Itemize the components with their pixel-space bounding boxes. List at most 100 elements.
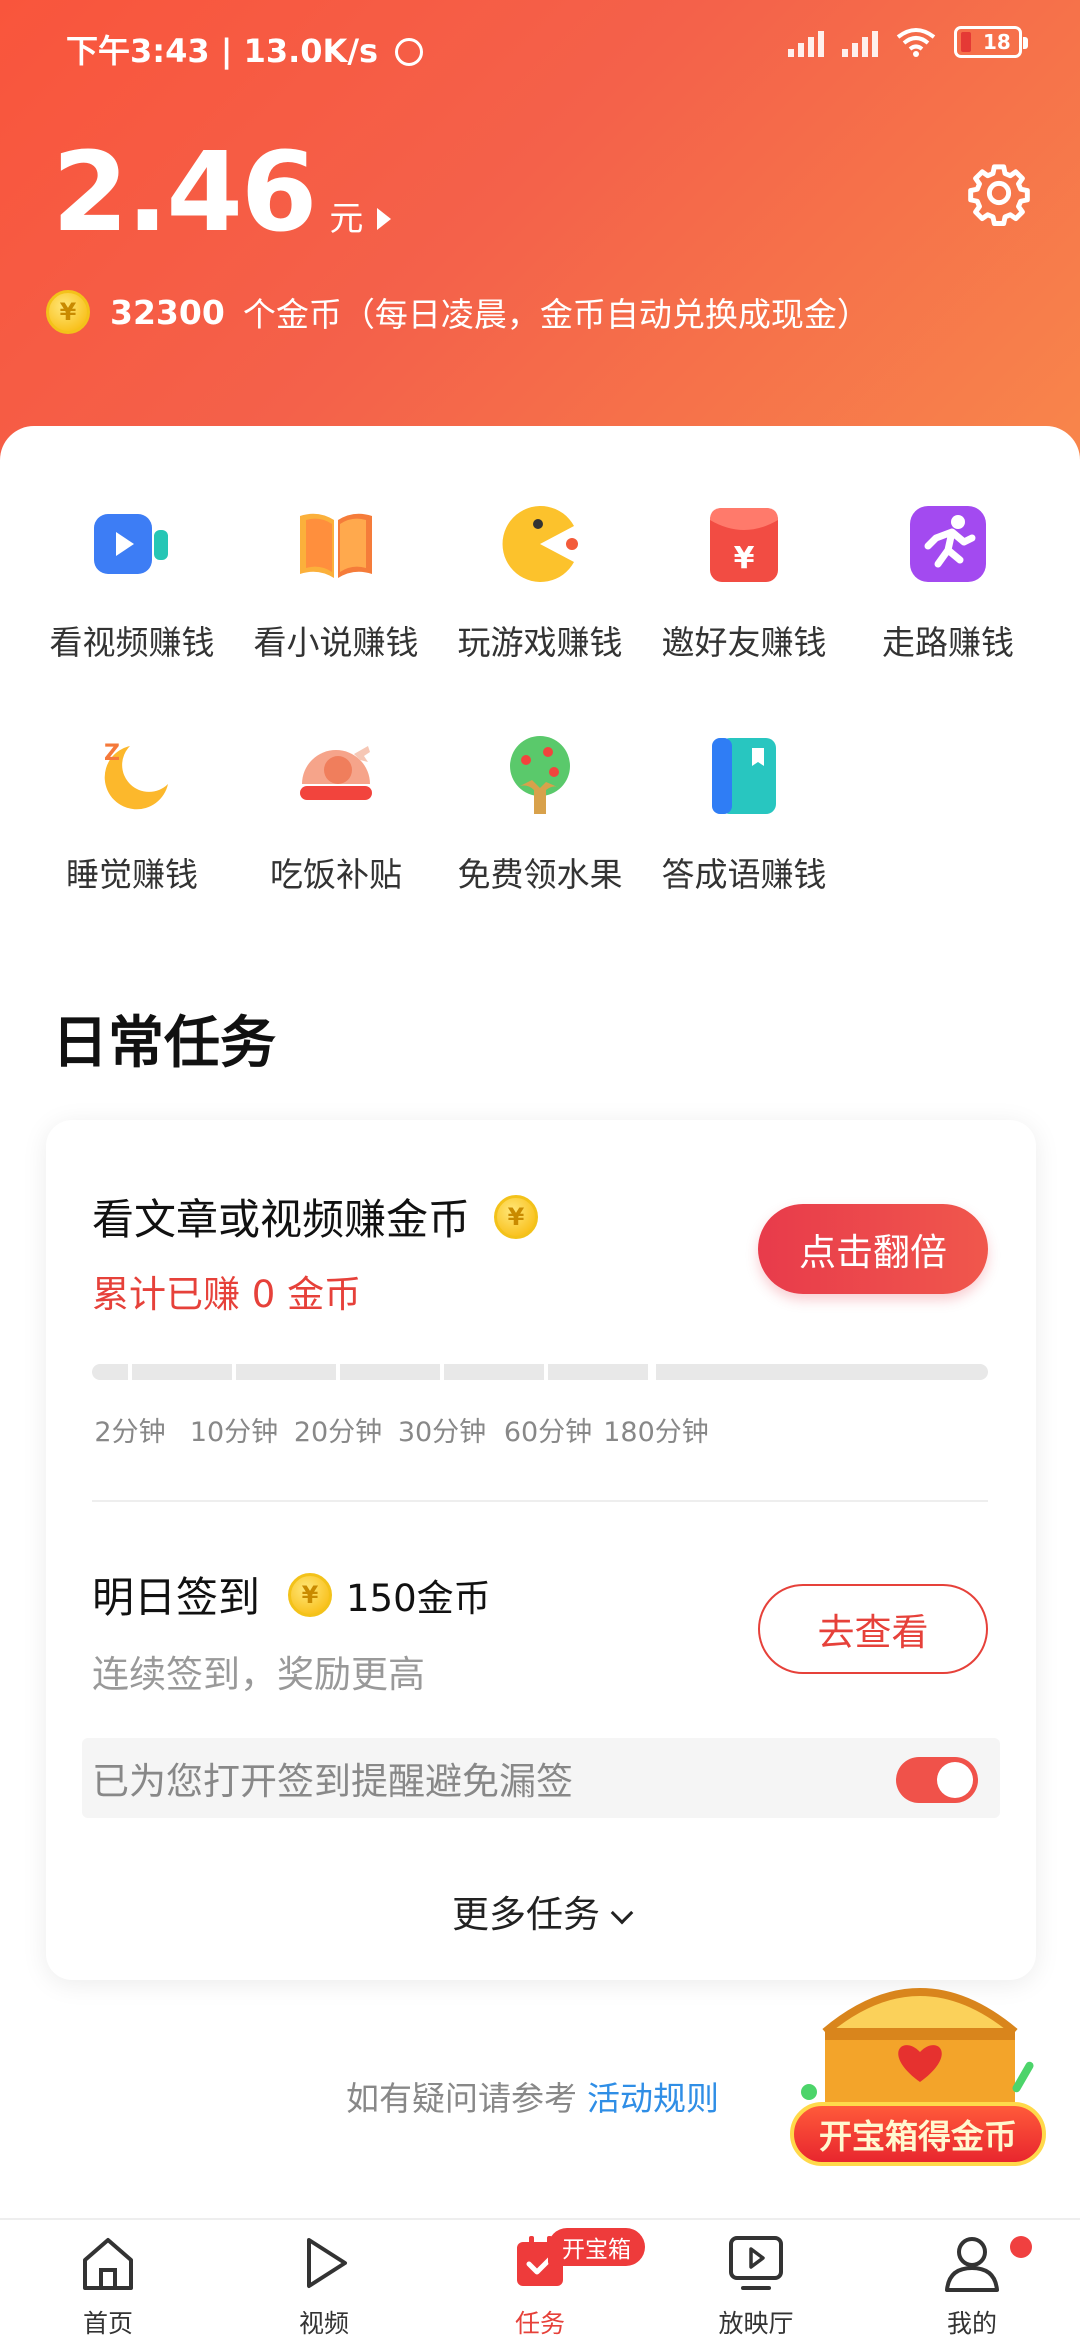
moon-sleep-icon: Z — [104, 741, 168, 810]
network-speed: 13.0K/s — [243, 32, 379, 70]
reading-progress-bar — [92, 1364, 988, 1380]
chevron-down-icon — [610, 1901, 634, 1925]
nav-label: 我的 — [946, 2309, 997, 2338]
arrow-right-icon — [377, 208, 392, 230]
coin-balance[interactable]: ¥ 32300 个金币（每日凌晨，金币自动兑换成现金） — [46, 288, 870, 336]
nav-video[interactable]: 视频 — [254, 2230, 394, 2340]
feature-meal-subsidy[interactable]: 吃饭补贴 — [234, 734, 438, 896]
checkin-title-text: 明日签到 — [92, 1573, 261, 1622]
checkin-title: 明日签到 ¥ 150金币 — [92, 1564, 491, 1625]
feature-idiom-quiz[interactable]: 答成语赚钱 — [642, 734, 846, 896]
nav-home[interactable]: 首页 — [38, 2230, 178, 2340]
tick-label: 60分钟 — [503, 1417, 593, 1448]
nav-label: 首页 — [82, 2309, 133, 2338]
header: 下午3:43 | 13.0K/s 18 2.46 元 ¥ 32300 个金币（每… — [0, 0, 1080, 470]
profile-icon — [945, 2237, 999, 2292]
task-title: 看文章或视频赚金币 ¥ — [92, 1186, 539, 1247]
section-title: 日常任务 — [52, 1011, 276, 1076]
tick-label: 180分钟 — [603, 1417, 709, 1448]
tick-label: 30分钟 — [397, 1417, 487, 1448]
feature-label: 吃饭补贴 — [270, 855, 402, 894]
chicken-leg-icon — [300, 746, 372, 800]
feature-sleep[interactable]: Z 睡觉赚钱 — [30, 734, 234, 896]
more-tasks-label: 更多任务 — [452, 1893, 600, 1936]
activity-rules-link[interactable]: 活动规则 — [587, 2079, 719, 2118]
tick-label: 2分钟 — [94, 1417, 166, 1448]
nav-label: 放映厅 — [718, 2309, 794, 2338]
wifi-icon — [896, 28, 936, 57]
help-text: 如有疑问请参考 活动规则 — [346, 2072, 719, 2120]
help-prefix: 如有疑问请参考 — [346, 2079, 577, 2118]
tick-label: 10分钟 — [189, 1417, 279, 1448]
notification-dot — [1010, 2236, 1032, 2258]
coin-icon: ¥ — [46, 290, 90, 334]
idiom-book-icon — [712, 738, 776, 814]
coin-note: 个金币（每日凌晨，金币自动兑换成现金） — [242, 295, 870, 334]
svg-text:¥: ¥ — [734, 541, 755, 576]
nav-label: 视频 — [298, 2309, 349, 2338]
balance-unit: 元 — [329, 199, 364, 239]
progress-tick — [336, 1364, 340, 1380]
progress-tick — [232, 1364, 236, 1380]
gear-icon[interactable] — [966, 160, 1032, 226]
toggle-knob — [937, 1762, 973, 1798]
coin-icon: ¥ — [494, 1194, 539, 1239]
feature-watch-video[interactable]: 看视频赚钱 — [30, 502, 234, 664]
progress-tick — [652, 1364, 656, 1380]
cash-balance[interactable]: 2.46 元 — [52, 128, 392, 256]
feature-label: 玩游戏赚钱 — [457, 623, 623, 662]
running-icon — [910, 506, 986, 582]
pacman-game-icon — [502, 506, 578, 582]
red-envelope-icon: ¥ — [710, 508, 778, 582]
status-icons: 18 — [788, 26, 1028, 58]
feature-label: 看小说赚钱 — [253, 623, 419, 662]
feature-label: 答成语赚钱 — [661, 855, 827, 894]
alarm-icon — [395, 38, 424, 66]
clock: 下午3:43 — [66, 32, 210, 70]
divider — [92, 1500, 988, 1502]
feature-label: 看视频赚钱 — [49, 623, 215, 662]
feature-label: 邀好友赚钱 — [661, 623, 827, 662]
status-time: 下午3:43 | 13.0K/s — [66, 26, 424, 72]
bottom-nav: 首页 视频 任务 放映厅 我的 — [0, 2218, 1080, 2340]
nav-screening-hall[interactable]: 放映厅 — [686, 2230, 826, 2340]
open-chest-label[interactable]: 开宝箱得金币 — [790, 2102, 1046, 2166]
feature-free-fruit[interactable]: 免费领水果 — [438, 734, 642, 896]
book-icon — [300, 513, 372, 578]
feature-walk[interactable]: 走路赚钱 — [846, 502, 1050, 664]
checkin-reminder-row: 已为您打开签到提醒避免漏签 — [82, 1738, 1000, 1818]
view-checkin-button[interactable]: 去查看 — [758, 1584, 988, 1674]
coin-icon: ¥ — [288, 1572, 333, 1617]
more-tasks-button[interactable]: 更多任务 — [46, 1884, 1036, 1938]
reminder-text: 已为您打开签到提醒避免漏签 — [92, 1760, 573, 1803]
separator: | — [220, 32, 244, 70]
progress-tick — [544, 1364, 548, 1380]
checkin-reward: 150金币 — [346, 1576, 491, 1620]
status-bar: 下午3:43 | 13.0K/s 18 — [0, 0, 1080, 96]
feature-read-novel[interactable]: 看小说赚钱 — [234, 502, 438, 664]
feature-play-game[interactable]: 玩游戏赚钱 — [438, 502, 642, 664]
reminder-toggle[interactable] — [896, 1757, 978, 1803]
task-badge: 开宝箱 — [548, 2228, 645, 2266]
earned-text: 累计已赚 0 金币 — [92, 1273, 362, 1316]
feature-label: 走路赚钱 — [882, 623, 1014, 662]
battery-icon: 18 — [954, 26, 1028, 58]
screen-icon — [729, 2236, 783, 2290]
nav-label: 任务 — [514, 2309, 565, 2338]
double-reward-button[interactable]: 点击翻倍 — [758, 1204, 988, 1294]
balance-value: 2.46 — [52, 128, 317, 256]
play-icon — [307, 2238, 347, 2288]
svg-text:Z: Z — [104, 741, 120, 766]
task-title-text: 看文章或视频赚金币 — [92, 1195, 471, 1244]
signal-icon — [788, 27, 824, 57]
daily-task-card: 看文章或视频赚金币 ¥ 累计已赚 0 金币 点击翻倍 2分钟 10分钟 20分钟… — [46, 1120, 1036, 1980]
feature-invite-friends[interactable]: ¥ 邀好友赚钱 — [642, 502, 846, 664]
home-icon — [83, 2238, 133, 2290]
checkin-subtitle: 连续签到，奖励更高 — [92, 1653, 425, 1696]
fruit-tree-icon — [510, 736, 570, 814]
signal-hd-icon — [842, 27, 878, 57]
tick-label: 20分钟 — [293, 1417, 383, 1448]
coin-count: 32300 — [110, 292, 225, 332]
video-icon — [94, 514, 168, 574]
progress-tick — [440, 1364, 444, 1380]
